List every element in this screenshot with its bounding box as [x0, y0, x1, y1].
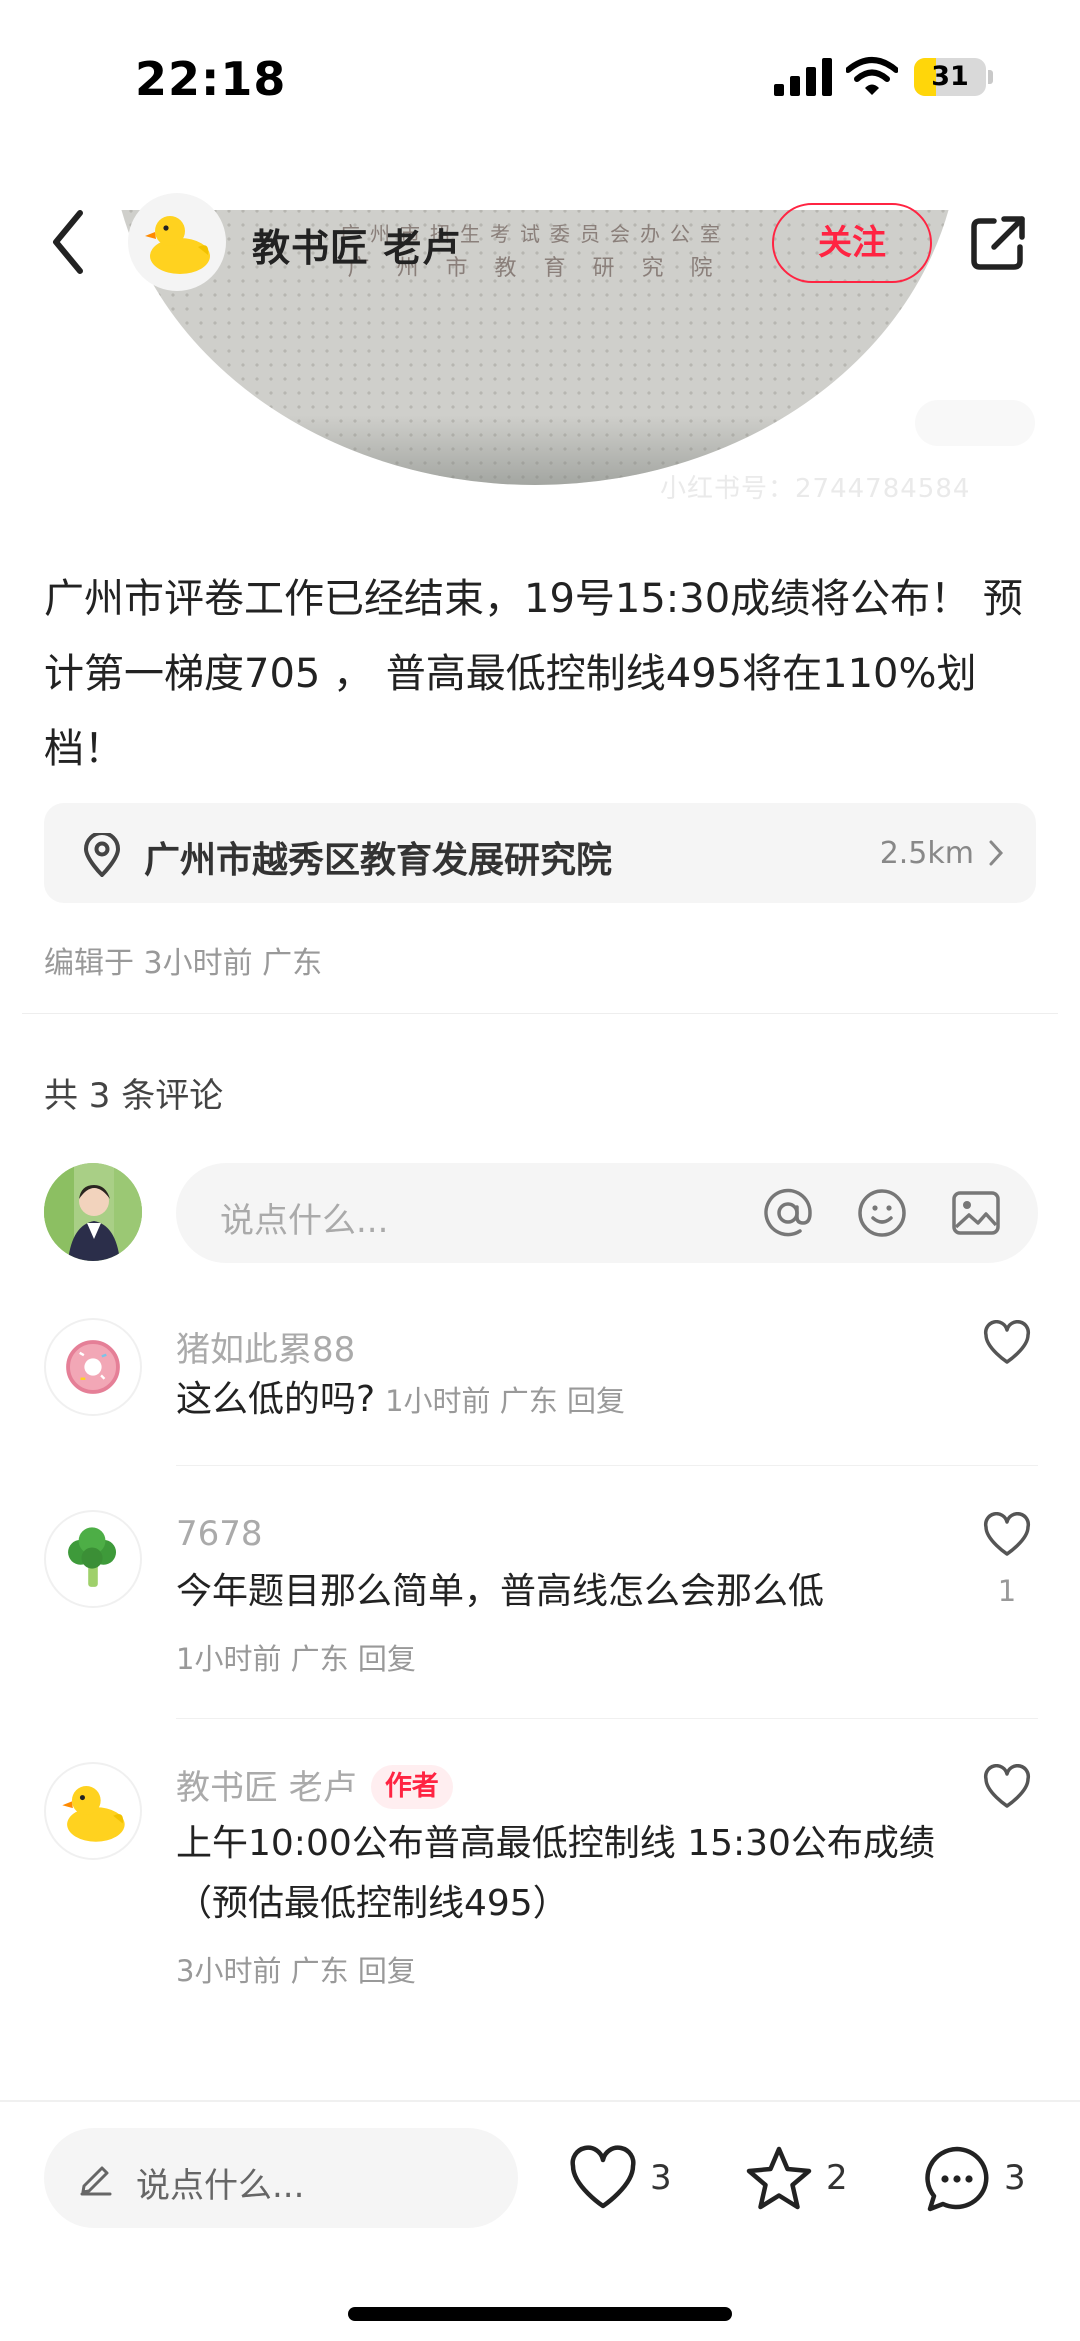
battery-cap: [988, 70, 993, 84]
image-watermark: 小红书号：2744784584: [660, 474, 971, 504]
commenter-avatar[interactable]: [44, 1510, 142, 1608]
user-photo-icon: [44, 1163, 142, 1261]
comment-meta[interactable]: 1小时前 广东 回复: [385, 1384, 625, 1418]
comment-meta[interactable]: 1小时前 广东 回复: [176, 1636, 416, 1678]
status-bar: 22:18 31: [0, 0, 1080, 160]
commenter-name-text: 教书匠 老卢: [176, 1768, 357, 1808]
my-avatar: [44, 1163, 142, 1261]
bottom-comment-input[interactable]: 说点什么...: [44, 2128, 518, 2228]
broccoli-icon: [68, 1527, 117, 1587]
like-count: 1: [997, 1574, 1017, 1608]
share-icon[interactable]: [968, 213, 1028, 273]
pin-icon: [83, 833, 121, 877]
bottom-input-placeholder: 说点什么...: [136, 2166, 305, 2206]
commenter-name[interactable]: 7678: [176, 1514, 263, 1554]
heart-icon[interactable]: [982, 1320, 1032, 1366]
comment-text: 今年题目那么简单，普高线怎么会那么低: [176, 1571, 825, 1612]
duck-icon: [62, 1786, 125, 1842]
pencil-icon: [80, 2166, 112, 2196]
commenter-avatar[interactable]: [44, 1762, 142, 1860]
status-time: 22:18: [135, 52, 287, 106]
comment-input-placeholder: 说点什么...: [220, 1201, 389, 1241]
comment-button[interactable]: 3: [922, 2138, 1042, 2218]
battery-level: 31: [931, 61, 969, 92]
star-icon: [746, 2146, 812, 2210]
comment-text: 这么低的吗? 1小时前 广东 回复: [176, 1370, 936, 1431]
comments-count: 共 3 条评论: [44, 1076, 224, 1116]
comment-body: 这么低的吗?: [176, 1379, 376, 1420]
signal-icon: [774, 58, 832, 96]
commenter-avatar[interactable]: [44, 1318, 142, 1416]
bottom-bar-divider: [0, 2100, 1080, 2102]
like-count: 3: [650, 2158, 672, 2198]
heart-icon: [570, 2145, 636, 2209]
author-avatar[interactable]: [128, 193, 226, 291]
battery-indicator: 31: [914, 58, 986, 96]
collect-count: 2: [826, 2158, 848, 2198]
collect-button[interactable]: 2: [744, 2138, 864, 2218]
follow-button[interactable]: 关注: [772, 203, 932, 283]
duck-icon: [145, 216, 210, 274]
at-icon[interactable]: [762, 1187, 814, 1239]
location-card[interactable]: 广州市越秀区教育发展研究院 2.5km: [44, 803, 1036, 903]
edit-info: 编辑于 3小时前 广东: [44, 946, 323, 981]
image-badge: [915, 400, 1035, 446]
comment-meta[interactable]: 3小时前 广东 回复: [176, 1948, 416, 1990]
author-name[interactable]: 教书匠 老卢: [252, 217, 461, 272]
post-header: 教书匠 老卢 关注: [0, 175, 1080, 315]
heart-icon[interactable]: [982, 1512, 1032, 1558]
commenter-name[interactable]: 猪如此累88: [176, 1322, 355, 1371]
location-name: 广州市越秀区教育发展研究院: [144, 840, 613, 881]
comment-bubble-icon: [925, 2146, 989, 2212]
comment-divider: [176, 1718, 1038, 1719]
heart-icon[interactable]: [982, 1764, 1032, 1810]
comment-count: 3: [1004, 2158, 1026, 2198]
comment-divider: [176, 1465, 1038, 1466]
wifi-icon: [846, 57, 898, 95]
image-icon[interactable]: [950, 1187, 1002, 1239]
commenter-name[interactable]: 教书匠 老卢 作者: [176, 1760, 453, 1809]
post-content: 广州市评卷工作已经结束，19号15:30成绩将公布！ 预计第一梯度705 ， 普…: [44, 576, 1023, 772]
author-tag: 作者: [370, 1765, 453, 1809]
back-icon[interactable]: [48, 207, 88, 277]
emoji-icon[interactable]: [856, 1187, 908, 1239]
like-button[interactable]: 3: [568, 2138, 688, 2218]
comment-text: 上午10:00公布普高最低控制线 15:30公布成绩（预估最低控制线495）: [176, 1823, 935, 1924]
divider: [22, 1013, 1058, 1014]
home-indicator[interactable]: [348, 2307, 732, 2321]
chevron-right-icon: [989, 840, 1004, 866]
location-distance: 2.5km: [879, 836, 974, 871]
comment-input[interactable]: 说点什么...: [176, 1163, 1038, 1263]
donut-icon: [66, 1340, 120, 1394]
